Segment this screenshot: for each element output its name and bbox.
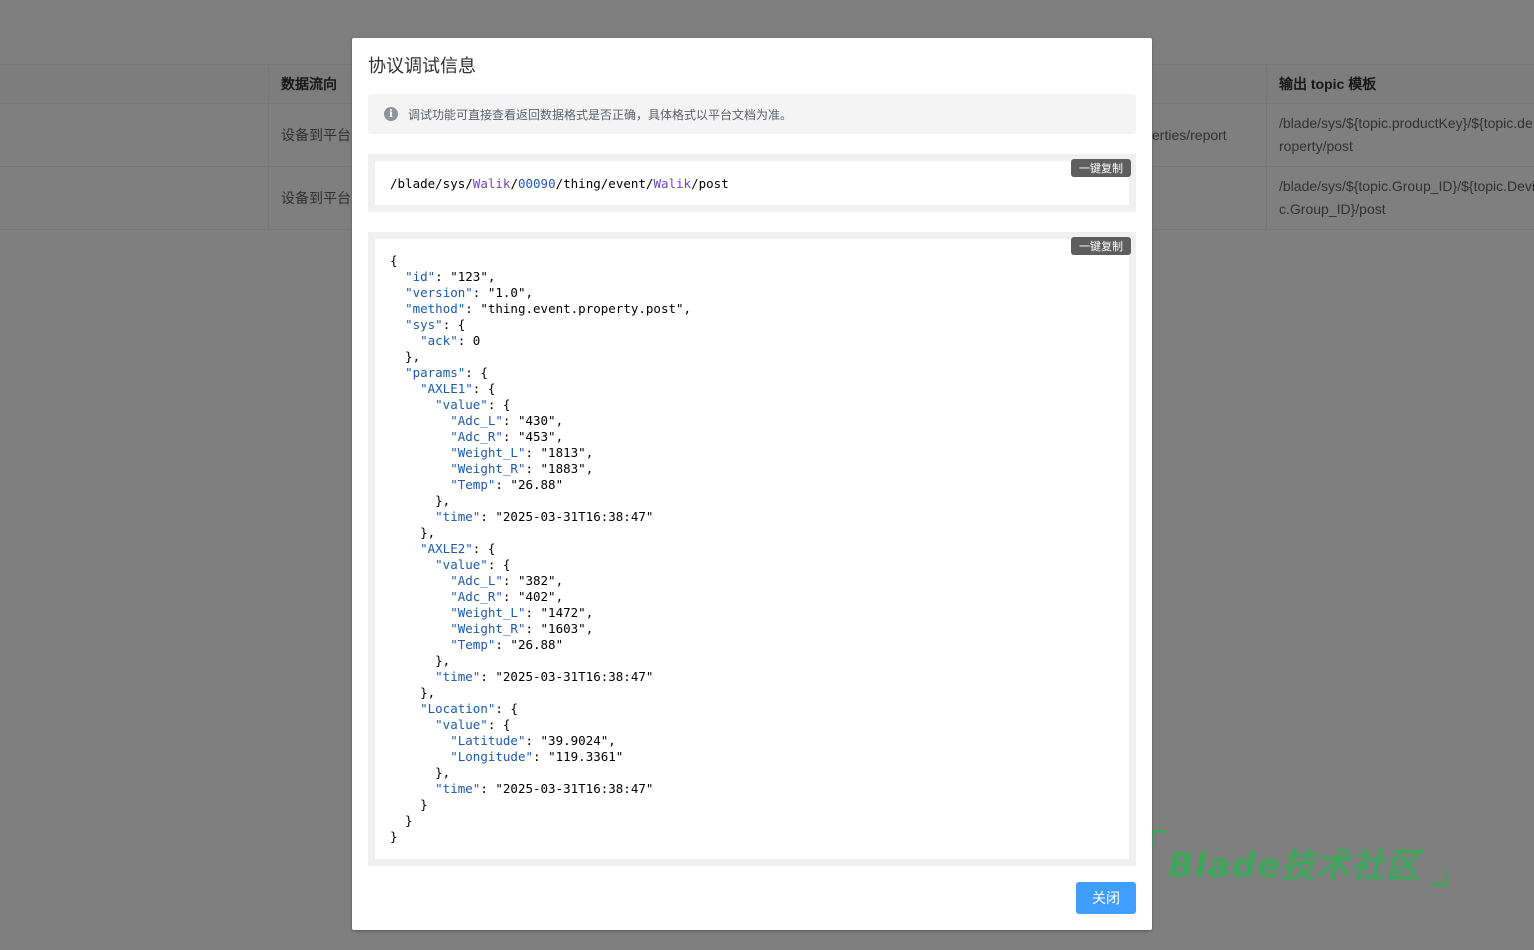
topic-device-name: 00090 [517,176,556,191]
watermark: Blade技术社区 [1150,826,1450,890]
topic-segment: /thing/event/ [555,176,654,191]
topic-text: /blade/sys/Walik/00090/thing/event/Walik… [390,176,729,192]
json-payload: { "id": "123", "version": "1.0", "method… [390,253,692,844]
json-code-area: { "id": "123", "version": "1.0", "method… [375,239,1129,859]
topic-segment: /blade/sys/ [390,176,473,191]
info-icon: i [384,107,398,121]
watermark-text: Blade技术社区 [1168,846,1421,886]
close-button[interactable]: 关闭 [1076,882,1136,914]
topic-segment: /post [691,176,729,191]
topic-product-key: Walik [472,176,511,191]
dialog-title: 协议调试信息 [368,56,476,76]
alert-text: 调试功能可直接查看返回数据格式是否正确，具体格式以平台文档为准。 [408,107,793,122]
topic-product-key: Walik [653,176,692,191]
info-alert: i 调试功能可直接查看返回数据格式是否正确，具体格式以平台文档为准。 [368,94,1136,134]
copy-topic-button[interactable]: 一键复制 [1071,159,1131,177]
protocol-debug-dialog: 协议调试信息 i 调试功能可直接查看返回数据格式是否正确，具体格式以平台文档为准… [352,38,1152,930]
watermark-bracket-left [1150,830,1166,846]
json-code-block: 一键复制 { "id": "123", "version": "1.0", "m… [368,232,1136,866]
topic-code-block: 一键复制 /blade/sys/Walik/00090/thing/event/… [368,154,1136,212]
copy-json-button[interactable]: 一键复制 [1071,237,1131,255]
watermark-bracket-right [1432,870,1448,886]
topic-code-area: /blade/sys/Walik/00090/thing/event/Walik… [375,161,1129,205]
topic-segment: / [510,176,518,191]
